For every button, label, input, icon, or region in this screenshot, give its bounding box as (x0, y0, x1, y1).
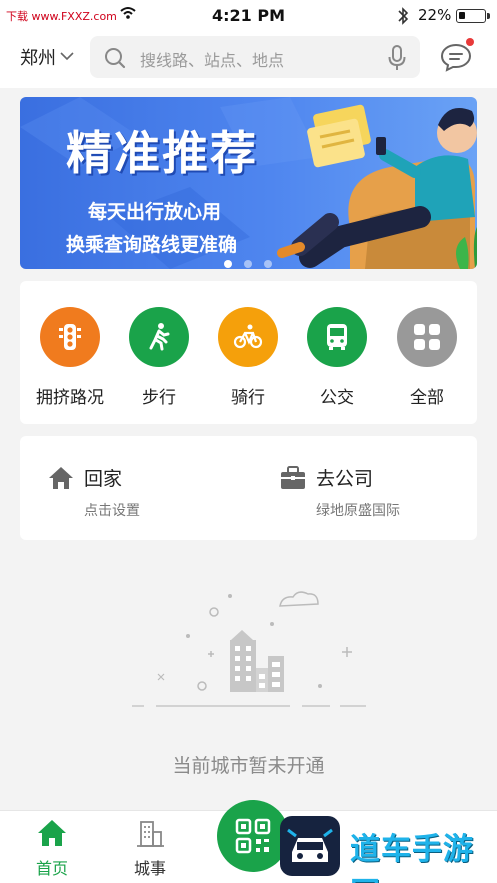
entry-label: 公交 (320, 388, 354, 408)
entry-all[interactable]: 全部 (382, 307, 472, 408)
company-title: 去公司 (316, 468, 374, 490)
banner-line-1: 每天出行放心用 (88, 201, 222, 223)
home-subtitle: 点击设置 (84, 503, 140, 519)
traffic-light-icon (40, 307, 100, 367)
banner-title: 精准推荐 (66, 126, 258, 180)
watermark-bottom-right: 道车手游网 (278, 814, 493, 883)
briefcase-icon (281, 466, 305, 489)
bus-icon (307, 307, 367, 367)
wifi-icon (120, 7, 136, 19)
entry-cycling[interactable]: 骑行 (203, 307, 293, 408)
shortcut-places: 回家 点击设置 去公司 绿地原盛国际 (20, 436, 477, 540)
house-icon (49, 467, 73, 489)
entry-label: 步行 (142, 388, 176, 408)
company-subtitle: 绿地原盛国际 (316, 503, 400, 519)
home-title: 回家 (84, 468, 123, 490)
pagination-dot[interactable] (244, 260, 252, 268)
search-icon (105, 48, 126, 69)
search-input[interactable]: 搜线路、站点、地点 (90, 36, 420, 78)
bicycle-icon (218, 307, 278, 367)
search-header: 郑州 搜线路、站点、地点 (0, 32, 497, 88)
promo-banner[interactable]: 精准推荐 每天出行放心用 换乘查询路线更准确 (20, 97, 477, 269)
message-icon[interactable] (440, 42, 472, 72)
pagination-dot[interactable] (224, 260, 232, 268)
notification-badge (466, 38, 474, 46)
entry-walk[interactable]: 步行 (114, 307, 204, 408)
chevron-down-icon (60, 52, 74, 61)
qr-code-icon (235, 818, 271, 854)
tab-home[interactable]: 首页 (12, 819, 92, 879)
city-name: 郑州 (20, 48, 56, 69)
watermark-title: 道车手游网 (350, 832, 474, 883)
entry-label: 骑行 (231, 388, 265, 408)
entry-label: 拥挤路况 (36, 388, 104, 408)
entry-bus[interactable]: 公交 (292, 307, 382, 408)
watermark-logo (280, 816, 340, 876)
search-placeholder: 搜线路、站点、地点 (140, 51, 285, 70)
empty-state-text: 当前城市暂未开通 (172, 755, 325, 777)
entry-label: 全部 (410, 388, 444, 408)
pagination-dot[interactable] (264, 260, 272, 268)
status-bar: 下载 www.FXXZ.com 4:21 PM 22% (0, 0, 497, 32)
tab-city-label: 城事 (133, 859, 166, 878)
home-tab-icon (38, 820, 66, 846)
city-tab-icon (137, 821, 164, 847)
entry-traffic[interactable]: 拥挤路况 (25, 307, 115, 408)
grid-icon (397, 307, 457, 367)
quick-entry-panel: 拥挤路况 步行 骑行 公交 全部 (20, 281, 477, 424)
city-not-open-illustration (132, 591, 366, 707)
banner-line-2: 换乘查询路线更准确 (66, 234, 238, 256)
tab-home-label: 首页 (35, 859, 68, 878)
microphone-icon[interactable] (388, 45, 406, 71)
banner-pagination (224, 253, 284, 269)
tab-city[interactable]: 城事 (110, 819, 190, 879)
bluetooth-icon (398, 7, 409, 25)
walk-icon (129, 307, 189, 367)
battery-percent: 22% (418, 6, 452, 24)
battery-icon (456, 9, 490, 23)
city-selector[interactable]: 郑州 (20, 44, 74, 70)
